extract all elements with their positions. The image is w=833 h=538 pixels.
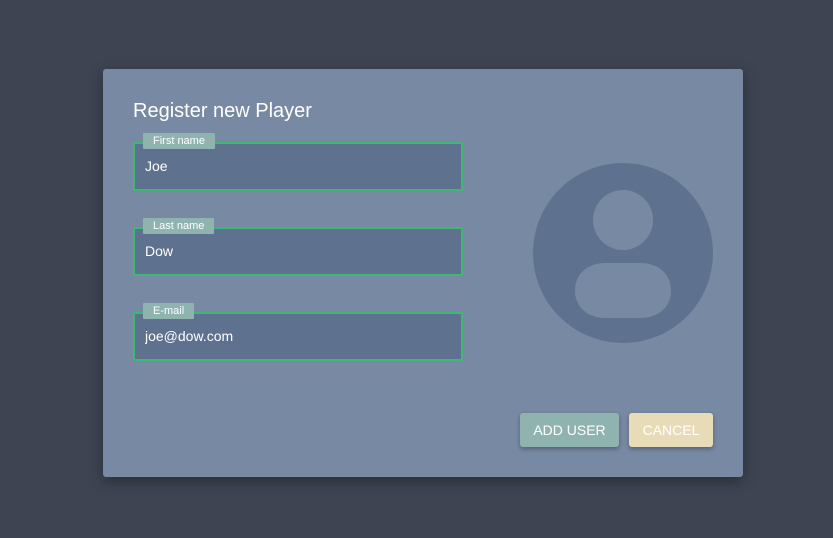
first-name-field: First name bbox=[133, 133, 463, 191]
last-name-input[interactable] bbox=[135, 229, 435, 274]
register-player-dialog: Register new Player First name Last name… bbox=[103, 69, 743, 477]
email-field: E-mail bbox=[133, 303, 463, 361]
last-name-label: Last name bbox=[143, 218, 215, 234]
cancel-button[interactable]: CANCEL bbox=[629, 413, 713, 447]
email-label: E-mail bbox=[143, 303, 195, 319]
dialog-title: Register new Player bbox=[133, 100, 312, 122]
first-name-label: First name bbox=[143, 133, 215, 149]
user-avatar-icon bbox=[533, 163, 713, 343]
last-name-field: Last name bbox=[133, 218, 463, 276]
first-name-input[interactable] bbox=[135, 144, 435, 189]
email-input[interactable] bbox=[135, 314, 435, 359]
add-user-button[interactable]: ADD USER bbox=[520, 413, 619, 447]
